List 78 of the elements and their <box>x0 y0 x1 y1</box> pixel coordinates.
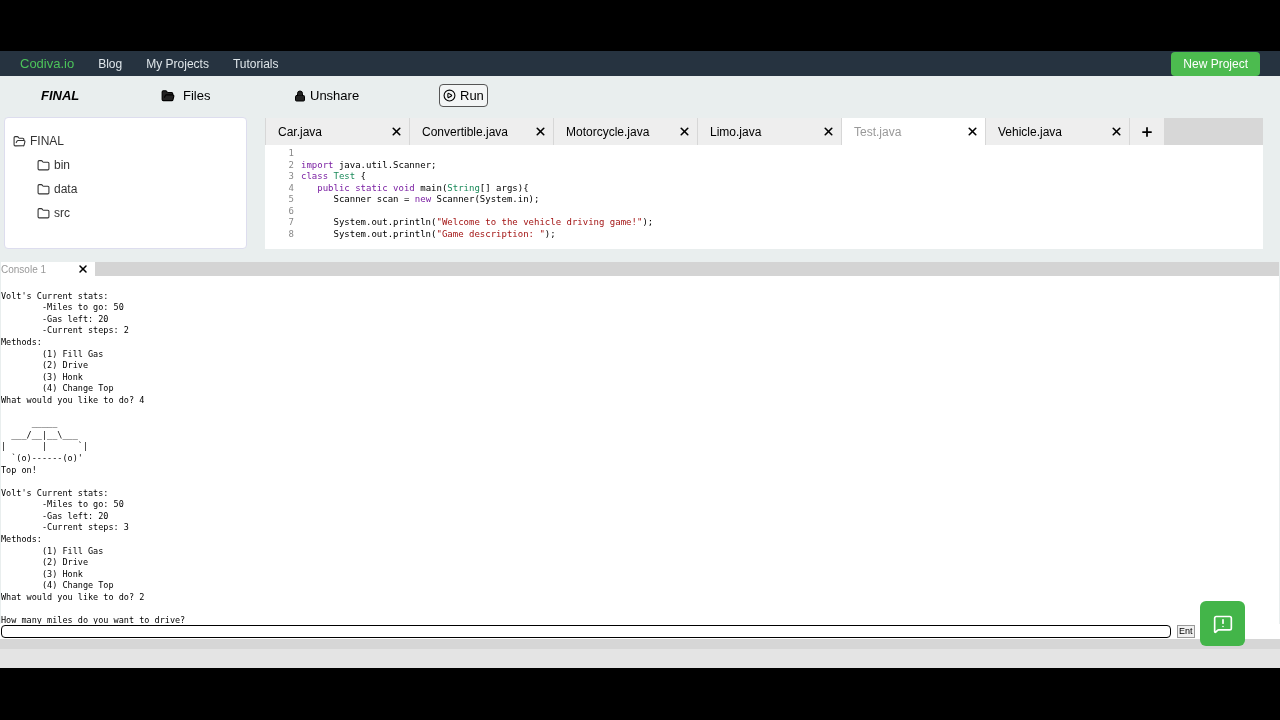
folder-icon <box>37 206 50 220</box>
code-line: Scanner scan = new Scanner(System.in); <box>332 194 540 206</box>
console-line: (2) Drive <box>40 360 89 372</box>
nav-link[interactable]: Blog <box>98 54 123 73</box>
line-number: 1 <box>287 148 295 160</box>
console-input[interactable] <box>1 625 1171 638</box>
tree-item[interactable]: data <box>37 180 246 198</box>
brand-link[interactable]: Codiva.io <box>20 53 75 74</box>
console-line: (3) Honk <box>40 568 84 581</box>
horizontal-scrollbar[interactable] <box>0 639 1280 649</box>
close-icon <box>77 263 89 275</box>
line-number: 8 <box>287 228 295 240</box>
tree-item[interactable]: bin <box>37 156 246 174</box>
close-icon <box>966 125 979 138</box>
line-number: 2 <box>287 159 295 171</box>
code-line: class Test { <box>300 171 367 183</box>
close-icon <box>822 125 835 138</box>
console-line: -Current steps: 3 <box>40 522 130 535</box>
files-button[interactable]: Files <box>161 85 294 106</box>
run-button[interactable]: Run <box>439 83 488 108</box>
project-name: FINAL <box>41 86 81 105</box>
file-tab[interactable]: Vehicle.java <box>986 118 1129 145</box>
line-number: 6 <box>287 205 295 217</box>
code-line: System.out.println("Game description: "); <box>332 228 556 240</box>
console-line: -Current steps: 2 <box>40 325 130 337</box>
unshare-button[interactable]: Unshare <box>294 85 439 106</box>
console-line: (1) Fill Gas <box>40 545 105 558</box>
console-line: -Miles to go: 50 <box>40 302 125 314</box>
line-number: 4 <box>287 182 295 194</box>
code-line: System.out.println("Welcome to the vehicle driving game!"); <box>332 217 654 229</box>
folder-icon <box>13 134 26 148</box>
nav-link[interactable]: My Projects <box>146 54 209 73</box>
console-line: ___/__|__\___ <box>10 429 79 442</box>
file-tab[interactable]: Convertible.java <box>410 118 553 145</box>
console-line: How many miles do you want to drive? <box>1 615 187 624</box>
tree-item[interactable]: src <box>37 204 246 222</box>
console-line: Top on! <box>1 464 38 477</box>
console-line: (3) Honk <box>40 371 84 384</box>
add-tab-button[interactable] <box>1130 118 1164 145</box>
line-number: 3 <box>287 171 295 183</box>
file-tab[interactable]: Limo.java <box>698 118 841 145</box>
console-line: Volt's Current stats: <box>1 487 110 500</box>
console-line: Volt's Current stats: <box>1 290 110 303</box>
console-line: -Miles to go: 50 <box>40 499 125 511</box>
close-icon <box>534 125 547 138</box>
console-line: (1) Fill Gas <box>40 348 105 361</box>
code-line: public static void main(String[] args){ <box>316 182 529 194</box>
close-icon <box>1110 125 1123 138</box>
play-icon <box>443 89 456 102</box>
console-line: Methods: <box>1 534 43 546</box>
close-icon <box>390 125 403 138</box>
console-line: -Gas left: 20 <box>40 313 110 326</box>
tree-item[interactable]: FINAL <box>13 132 246 150</box>
console-line: (4) Change Top <box>40 580 115 593</box>
console-line: What would you like to do? 2 <box>1 592 146 604</box>
feedback-icon <box>1212 613 1233 634</box>
folder-icon <box>37 158 50 172</box>
line-number: 7 <box>287 217 295 229</box>
console-line: Methods: <box>1 336 43 349</box>
console-line: (2) Drive <box>40 557 89 569</box>
console-line: `(o)------(o)' <box>10 452 84 465</box>
console-line: -Gas left: 20 <box>40 510 110 523</box>
console-line: | | `| <box>1 441 89 453</box>
console-line: What would you like to do? 4 <box>1 394 146 407</box>
code-line: import java.util.Scanner; <box>300 159 437 171</box>
console-line: (4) Change Top <box>40 383 115 395</box>
folder-icon <box>37 182 50 196</box>
file-tab[interactable]: Motorcycle.java <box>554 118 697 145</box>
file-tab[interactable]: Car.java <box>266 118 409 145</box>
nav-link[interactable]: Tutorials <box>232 54 279 73</box>
line-number: 5 <box>287 194 295 206</box>
folder-icon <box>161 88 175 103</box>
plus-icon <box>1140 124 1154 139</box>
close-icon <box>678 125 691 138</box>
enter-button[interactable]: Ent <box>1177 625 1195 638</box>
feedback-button[interactable] <box>1200 601 1245 646</box>
lock-icon <box>294 89 306 102</box>
console-line: _____ <box>30 418 59 430</box>
